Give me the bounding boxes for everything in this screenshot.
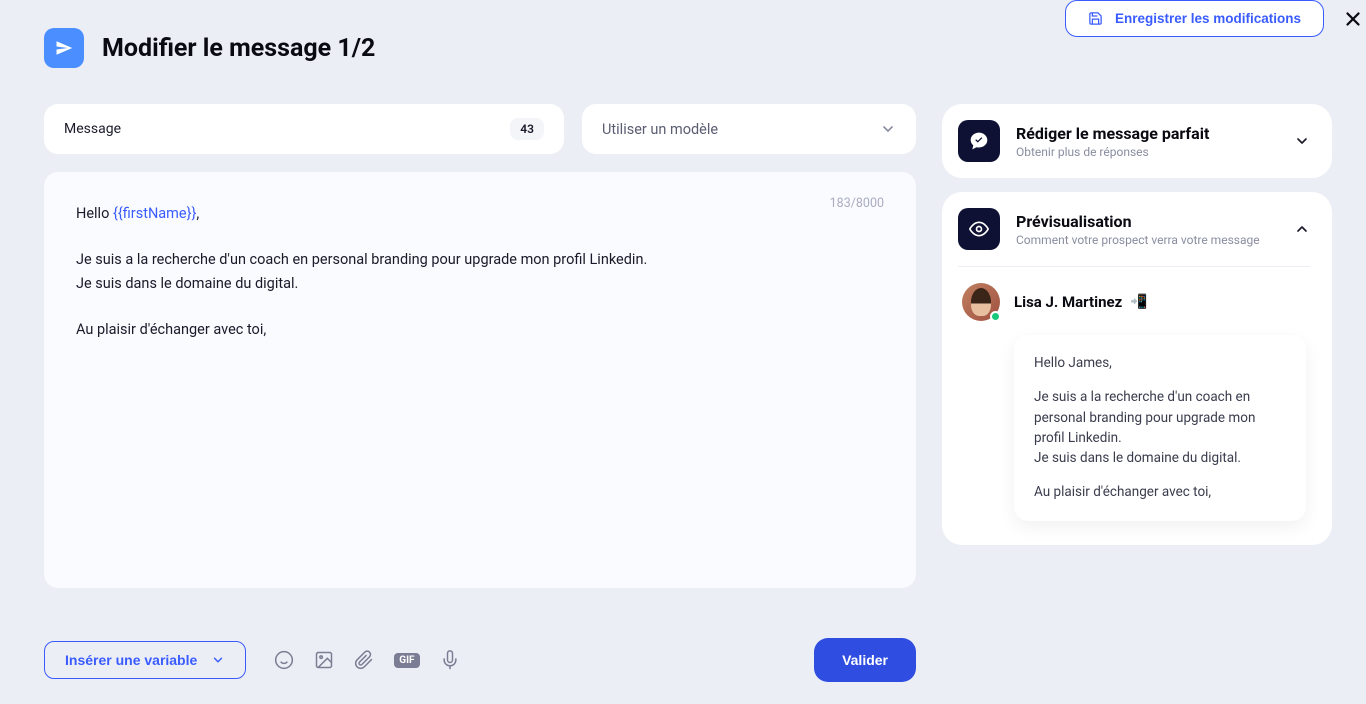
- image-icon[interactable]: [314, 650, 334, 670]
- microphone-icon[interactable]: [440, 650, 460, 670]
- preview-card-header[interactable]: Prévisualisation Comment votre prospect …: [958, 208, 1310, 250]
- emoji-icon[interactable]: [274, 650, 294, 670]
- save-button-label: Enregistrer les modifications: [1115, 11, 1301, 26]
- chevron-down-icon: [211, 653, 225, 667]
- template-select-label: Utiliser un modèle: [602, 121, 718, 138]
- preview-title: Prévisualisation: [1016, 212, 1278, 231]
- phone-emoji-icon: 📲: [1130, 294, 1147, 310]
- char-count: 183/8000: [830, 196, 884, 211]
- attachment-icon[interactable]: [354, 650, 374, 670]
- editor-content: Hello {{firstName}}, Je suis a la recher…: [76, 202, 884, 341]
- tips-subtitle: Obtenir plus de réponses: [1016, 145, 1278, 159]
- avatar: [962, 283, 1000, 321]
- save-button[interactable]: Enregistrer les modifications: [1065, 0, 1324, 37]
- gif-icon[interactable]: GIF: [394, 653, 419, 668]
- template-select[interactable]: Utiliser un modèle: [582, 104, 916, 154]
- preview-subtitle: Comment votre prospect verra votre messa…: [1016, 233, 1278, 247]
- page-title: Modifier le message 1/2: [102, 34, 375, 63]
- tips-card[interactable]: Rédiger le message parfait Obtenir plus …: [942, 104, 1332, 178]
- status-dot: [990, 311, 1001, 322]
- validate-button[interactable]: Valider: [814, 638, 916, 682]
- close-icon[interactable]: [1342, 8, 1366, 30]
- tips-title: Rédiger le message parfait: [1016, 124, 1278, 143]
- page-header: Modifier le message 1/2: [44, 28, 375, 68]
- send-icon: [44, 28, 84, 68]
- eye-icon: [958, 208, 1000, 250]
- insert-variable-label: Insérer une variable: [65, 652, 197, 668]
- variable-token: {{firstName}}: [113, 205, 196, 222]
- insert-variable-button[interactable]: Insérer une variable: [44, 641, 246, 679]
- message-badge: 43: [510, 118, 544, 140]
- preview-person-name: Lisa J. Martinez 📲: [1014, 293, 1148, 311]
- save-icon: [1088, 11, 1103, 26]
- chevron-down-icon: [1294, 133, 1310, 149]
- preview-card: Prévisualisation Comment votre prospect …: [942, 192, 1332, 545]
- preview-message-bubble: Hello James, Je suis a la recherche d'un…: [1014, 335, 1306, 521]
- chevron-up-icon: [1294, 221, 1310, 237]
- chat-check-icon: [958, 120, 1000, 162]
- message-label: Message: [64, 121, 121, 137]
- chevron-down-icon: [880, 121, 896, 137]
- message-editor[interactable]: 183/8000 Hello {{firstName}}, Je suis a …: [44, 172, 916, 588]
- message-label-box: Message 43: [44, 104, 564, 154]
